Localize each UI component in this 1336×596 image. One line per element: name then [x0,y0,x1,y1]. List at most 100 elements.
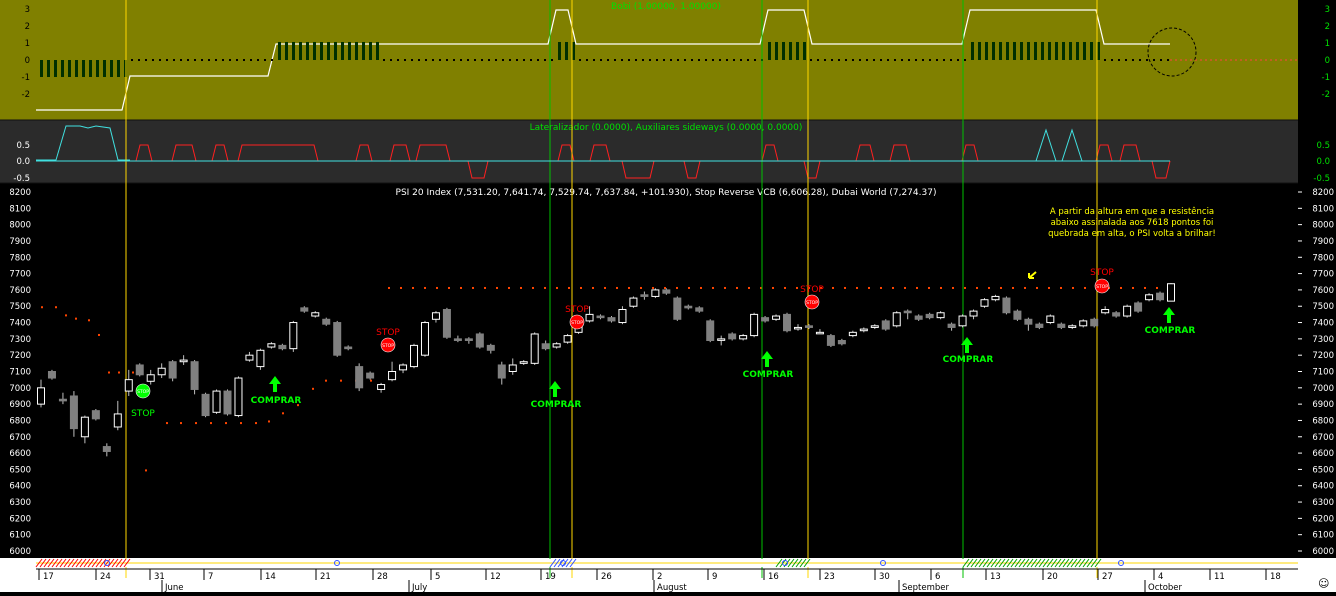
stop-label: STOP [376,328,400,338]
bobi-bar [775,42,778,60]
resistance-dot [904,286,906,289]
resistance-dot [1132,286,1134,289]
bobi-bar [362,42,365,60]
y-tick-right: 6700 [1312,433,1334,443]
candle-up [750,313,759,337]
bobi-dot [894,59,896,61]
candle-down [168,361,177,379]
bobi-dot [964,59,966,61]
x-day-label: 19 [545,572,556,582]
y-tick-right: 6100 [1312,531,1334,541]
bobi-dot [516,59,518,61]
y-tick-left: 6800 [9,416,31,426]
y-tick-left: 7400 [9,319,31,329]
x-day-label: 21 [320,572,331,582]
candle-up [113,413,122,428]
candle-down [881,320,890,330]
smiley-icon[interactable]: ☺ [1318,577,1329,590]
bobi-bar [306,42,309,60]
bobi-dot [901,59,903,61]
y-tick-left: 6600 [9,449,31,459]
candle-down [58,398,67,402]
top-tick-right: 0 [1325,56,1330,66]
stop-label: STOP [800,285,824,295]
resistance-dot [784,286,786,289]
mid-tick-left: 0.0 [16,157,30,167]
candle-up [739,335,748,340]
bobi-dot [880,59,882,61]
bobi-dot [936,59,938,61]
x-day-label: 12 [490,572,501,582]
candle-up [1123,305,1132,317]
bobi-bar [985,42,988,60]
x-day-label: 9 [712,572,717,582]
candle-down [47,371,56,379]
bobi-dot [859,59,861,61]
buy-label: COMPRAR [1145,326,1196,336]
resistance-dot [880,286,882,289]
candle-down [355,366,364,389]
candle-down [1134,302,1143,312]
bobi-dot [845,59,847,61]
candle-down [607,317,616,322]
resistance-dot [1120,286,1122,289]
stop-sign-text: STOP [806,300,818,306]
y-tick-left: 7100 [9,368,31,378]
candle-up [969,310,978,317]
bobi-bar [313,42,316,60]
bobi-bar [292,42,295,60]
resistance-dot [1048,286,1050,289]
bobi-dot [579,59,581,61]
resistance-dot [436,286,438,289]
bobi-dot [810,59,812,61]
candle-up [267,343,276,348]
candle-up [508,364,517,372]
bobi-dot [432,59,434,61]
resistance-dot [712,286,714,289]
candle-up [1145,294,1154,301]
bobi-dot [523,59,525,61]
resistance-dot [1012,286,1014,289]
bobi-dot [460,59,462,61]
bobi-bar [82,60,85,77]
sar-dot [325,379,327,382]
candle-down [190,361,199,390]
bobi-dot [950,59,952,61]
bobi-dot [243,59,245,61]
bobi-dot [635,59,637,61]
bobi-bar [334,42,337,60]
bobi-dot [411,59,413,61]
candle-down [640,294,649,297]
candle-down [903,310,912,314]
resistance-dot [916,286,918,289]
y-tick-right: 6000 [1312,547,1334,557]
candle-up [80,416,89,438]
y-tick-left: 7000 [9,384,31,394]
resistance-dot [544,286,546,289]
resistance-dot [664,286,666,289]
x-day-label: 30 [879,572,890,582]
x-month-label: September [902,583,949,592]
candle-up [420,322,429,356]
x-day-label: 11 [1214,572,1225,582]
candle-down [684,305,693,309]
candle-up [870,325,879,328]
sar-dot [240,422,242,425]
candle-up [245,354,254,361]
bobi-dot [873,59,875,61]
resistance-dot [688,286,690,289]
bobi-dot [173,59,175,61]
bobi-bar [1090,42,1093,60]
candle-down [1024,318,1033,325]
candle-up [234,377,243,417]
candle-up [289,322,298,350]
mid-tick-right: -0.5 [1313,174,1330,184]
top-tick-right: -2 [1322,90,1330,100]
bobi-bar [40,60,43,77]
sar-dot [180,422,182,425]
sar-dot [98,333,100,336]
y-tick-left: 6200 [9,514,31,524]
buy-label: COMPRAR [743,370,794,380]
bobi-dot [656,59,658,61]
y-tick-left: 6500 [9,465,31,475]
